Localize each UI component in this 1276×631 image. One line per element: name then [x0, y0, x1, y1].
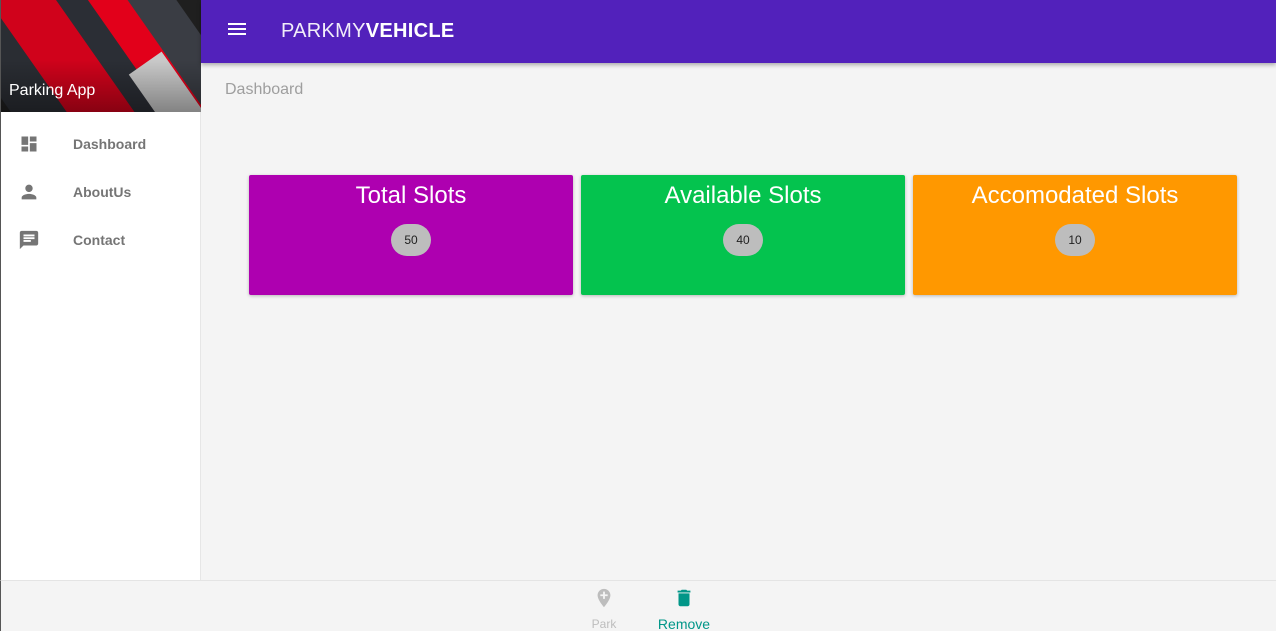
sidebar-item-dashboard[interactable]: Dashboard	[1, 120, 200, 168]
accomodated-slots-card: Accomodated Slots 10	[913, 175, 1237, 295]
sidebar-item-label: Contact	[73, 232, 126, 248]
available-slots-card: Available Slots 40	[581, 175, 905, 295]
stats-cards: Total Slots 50 Available Slots 40 Accomo…	[249, 175, 1237, 295]
dashboard-icon	[18, 133, 40, 155]
menu-icon	[225, 17, 249, 46]
sidebar: Parking App Dashboard AboutUs Contact	[0, 0, 201, 580]
brand-title-light: PARKMY	[281, 20, 366, 42]
card-title: Accomodated Slots	[971, 182, 1179, 209]
sidebar-item-label: AboutUs	[73, 184, 132, 200]
count-badge: 50	[391, 224, 431, 256]
remove-label: Remove	[657, 616, 711, 631]
count-badge: 10	[1055, 224, 1095, 256]
sidebar-title: Parking App	[9, 82, 96, 99]
message-icon	[18, 229, 40, 251]
add-location-icon	[593, 587, 615, 614]
brand-title-bold: VEHICLE	[365, 20, 455, 42]
card-title: Available Slots	[664, 182, 822, 209]
remove-button[interactable]: Remove	[653, 587, 715, 631]
breadcrumb: Dashboard	[225, 81, 304, 98]
person-icon	[18, 181, 40, 203]
bottom-navigation: Park Remove	[0, 580, 1276, 631]
top-app-bar: PARKMYVEHICLE	[201, 0, 1276, 63]
sidebar-nav: Dashboard AboutUs Contact	[1, 112, 200, 264]
sidebar-item-contact[interactable]: Contact	[1, 216, 200, 264]
menu-button[interactable]	[201, 0, 273, 63]
delete-icon	[673, 587, 695, 614]
total-slots-card: Total Slots 50	[249, 175, 573, 295]
sidebar-item-aboutus[interactable]: AboutUs	[1, 168, 200, 216]
card-title: Total Slots	[355, 182, 467, 209]
sidebar-item-label: Dashboard	[73, 136, 147, 152]
park-label: Park	[591, 617, 617, 631]
count-badge: 40	[723, 224, 763, 256]
brand-title: PARKMYVEHICLE	[281, 20, 455, 43]
sidebar-header-image: Parking App	[1, 0, 201, 112]
park-button[interactable]: Park	[584, 587, 624, 631]
